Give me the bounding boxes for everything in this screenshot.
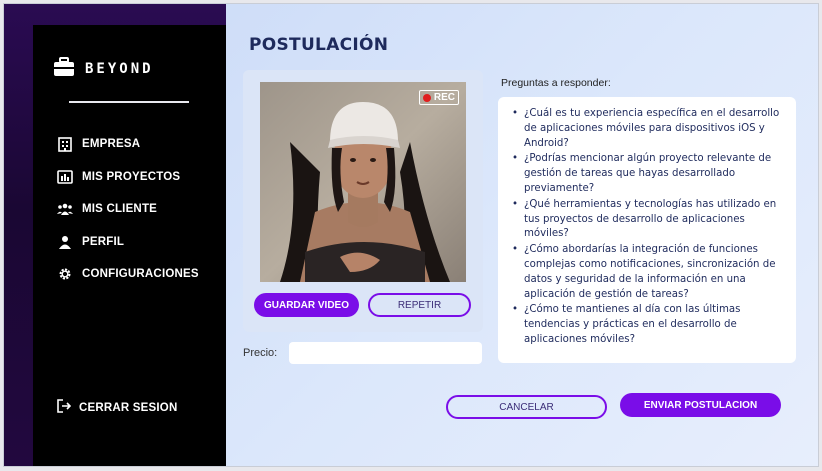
list-item: ¿Qué herramientas y tecnologías has util…: [512, 198, 786, 242]
webcam-frame-image: [260, 82, 466, 282]
brand-logo[interactable]: BEYOND: [53, 57, 154, 81]
gear-icon: [57, 266, 73, 282]
projects-icon: [57, 169, 73, 185]
price-input[interactable]: [289, 342, 482, 364]
sidebar: BEYOND EMPRESA MIS PROYECTOS MIS CLIENTE…: [33, 25, 226, 466]
sidebar-item-empresa[interactable]: EMPRESA: [57, 134, 199, 154]
cancel-button[interactable]: CANCELAR: [446, 395, 607, 419]
brand-name: BEYOND: [85, 61, 154, 77]
app-window: BEYOND EMPRESA MIS PROYECTOS MIS CLIENTE…: [3, 3, 819, 467]
building-icon: [57, 136, 73, 152]
sidebar-item-mis-cliente[interactable]: MIS CLIENTE: [57, 199, 199, 219]
questions-title: Preguntas a responder:: [501, 77, 611, 89]
users-group-icon: [57, 201, 73, 217]
page-title: POSTULACIÓN: [249, 35, 389, 55]
retry-button[interactable]: REPETIR: [368, 293, 471, 317]
questions-panel: ¿Cuál es tu experiencia específica en el…: [498, 97, 796, 363]
briefcase-icon: [53, 57, 75, 81]
rec-label: REC: [433, 92, 455, 103]
sidebar-item-label: PERFIL: [82, 235, 125, 248]
list-item: ¿Cuál es tu experiencia específica en el…: [512, 107, 786, 151]
divider: [69, 101, 189, 103]
sidebar-item-perfil[interactable]: PERFIL: [57, 232, 199, 252]
list-item: ¿Podrías mencionar algún proyecto releva…: [512, 152, 786, 196]
user-icon: [57, 234, 73, 250]
questions-list: ¿Cuál es tu experiencia específica en el…: [512, 107, 786, 348]
logout-button[interactable]: CERRAR SESION: [57, 398, 177, 417]
sidebar-item-label: EMPRESA: [82, 138, 141, 150]
sidebar-item-label: MIS CLIENTE: [82, 203, 158, 215]
video-preview[interactable]: REC: [260, 82, 466, 282]
video-recorder-card: REC GUARDAR VIDEO REPETIR: [243, 70, 483, 332]
sidebar-item-mis-proyectos[interactable]: MIS PROYECTOS: [57, 167, 199, 187]
list-item: ¿Cómo abordarías la integración de funci…: [512, 243, 786, 302]
record-dot-icon: [422, 93, 431, 102]
logout-icon: [57, 398, 72, 417]
sidebar-item-label: MIS PROYECTOS: [82, 170, 181, 183]
list-item: ¿Cómo te mantienes al día con las última…: [512, 303, 786, 347]
logout-label: CERRAR SESION: [79, 401, 178, 414]
submit-application-button[interactable]: ENVIAR POSTULACION: [620, 393, 781, 417]
sidebar-nav: EMPRESA MIS PROYECTOS MIS CLIENTE PERFIL: [57, 134, 199, 297]
rec-indicator: REC: [418, 90, 459, 105]
price-label: Precio:: [243, 347, 278, 359]
save-video-button[interactable]: GUARDAR VIDEO: [254, 293, 359, 317]
sidebar-item-label: CONFIGURACIONES: [82, 268, 199, 280]
sidebar-item-configuraciones[interactable]: CONFIGURACIONES: [57, 264, 199, 284]
